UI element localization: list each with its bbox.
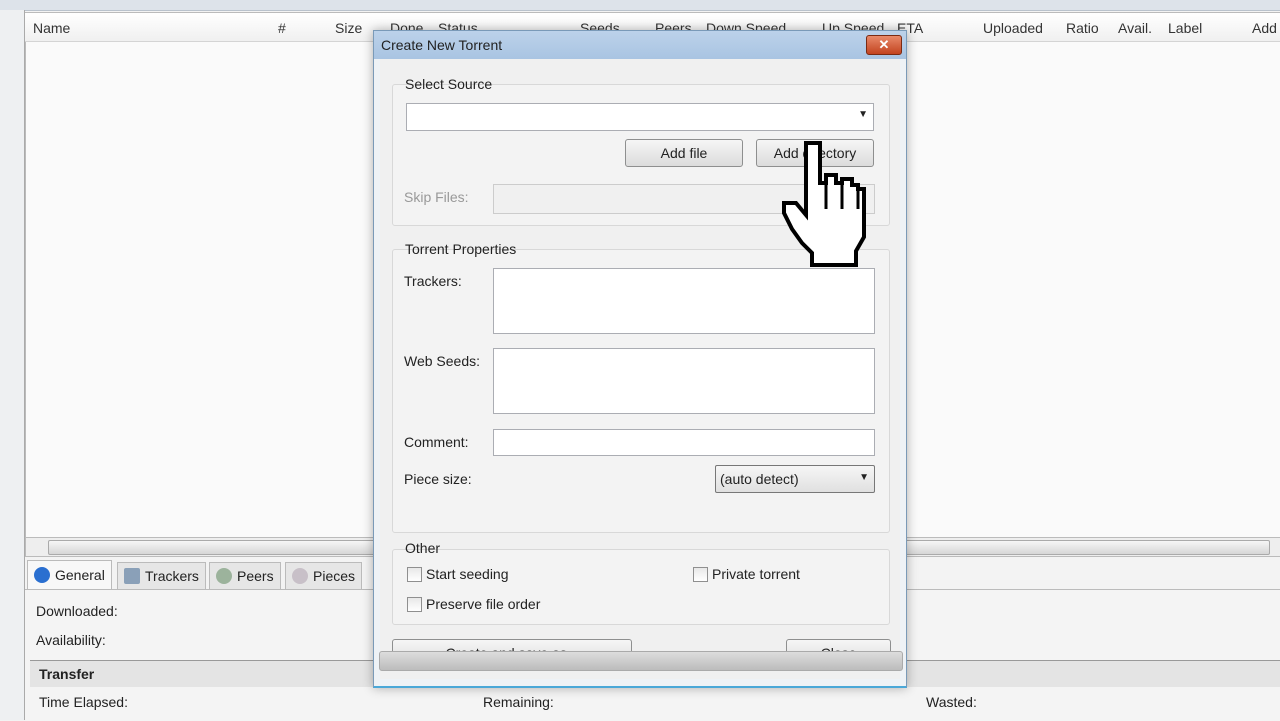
col-avail[interactable]: Avail. — [1118, 20, 1152, 36]
other-group — [392, 549, 890, 625]
piece-size-label: Piece size: — [404, 471, 472, 487]
private-torrent-checkbox[interactable] — [693, 567, 708, 582]
skip-files-label: Skip Files: — [404, 189, 469, 205]
private-torrent-label[interactable]: Private torrent — [712, 566, 800, 582]
tab-peers[interactable]: Peers — [209, 562, 281, 589]
web-seeds-label: Web Seeds: — [404, 353, 481, 369]
col-label[interactable]: Label — [1168, 20, 1202, 36]
dialog-titlebar[interactable]: Create New Torrent ✕ — [374, 31, 906, 59]
chevron-down-icon: ▼ — [858, 109, 868, 120]
piece-size-value: (auto detect) — [720, 471, 799, 487]
sidebar — [0, 10, 25, 720]
downloaded-label: Downloaded: — [36, 603, 118, 619]
preserve-file-order-checkbox[interactable] — [407, 597, 422, 612]
chevron-down-icon: ▼ — [859, 472, 869, 483]
add-file-button[interactable]: Add file — [625, 139, 743, 167]
tab-label: Trackers — [145, 568, 199, 584]
toolbar — [0, 0, 1280, 11]
peers-icon — [216, 568, 232, 584]
torrent-properties-label: Torrent Properties — [405, 241, 517, 257]
tab-label: General — [55, 567, 105, 583]
tab-label: Peers — [237, 568, 274, 584]
col-number[interactable]: # — [278, 20, 286, 36]
trackers-textarea[interactable] — [493, 268, 875, 334]
col-added[interactable]: Add — [1252, 20, 1277, 36]
piece-size-select[interactable]: (auto detect) ▼ — [715, 465, 875, 493]
dialog-close-button[interactable]: ✕ — [866, 35, 902, 55]
start-seeding-checkbox[interactable] — [407, 567, 422, 582]
tab-trackers[interactable]: Trackers — [117, 562, 206, 589]
create-torrent-dialog: Create New Torrent ✕ Select Source ▼ Add… — [373, 30, 907, 688]
dialog-title: Create New Torrent — [381, 37, 503, 53]
col-ratio[interactable]: Ratio — [1066, 20, 1099, 36]
start-seeding-label[interactable]: Start seeding — [426, 566, 509, 582]
comment-label: Comment: — [404, 434, 469, 450]
tab-general[interactable]: General — [27, 560, 112, 589]
col-size[interactable]: Size — [335, 20, 362, 36]
wasted-label: Wasted: — [926, 694, 977, 710]
preserve-file-order-label[interactable]: Preserve file order — [426, 596, 540, 612]
source-combobox[interactable]: ▼ — [406, 103, 874, 131]
comment-input[interactable] — [493, 429, 875, 456]
pieces-icon — [292, 568, 308, 584]
tab-pieces[interactable]: Pieces — [285, 562, 363, 589]
time-elapsed-label: Time Elapsed: — [39, 694, 128, 710]
trackers-label: Trackers: — [404, 273, 462, 289]
trackers-icon — [124, 568, 140, 584]
hand-cursor-icon — [782, 141, 866, 267]
remaining-label: Remaining: — [483, 694, 554, 710]
web-seeds-textarea[interactable] — [493, 348, 875, 414]
select-source-label: Select Source — [405, 76, 493, 92]
progress-bar — [379, 651, 903, 671]
close-icon: ✕ — [878, 37, 890, 52]
availability-label: Availability: — [36, 632, 106, 648]
col-uploaded[interactable]: Uploaded — [983, 20, 1043, 36]
info-icon — [34, 567, 50, 583]
tab-label: Pieces — [313, 568, 356, 584]
other-label: Other — [405, 540, 441, 556]
transfer-title: Transfer — [39, 666, 95, 682]
col-name[interactable]: Name — [33, 20, 70, 36]
